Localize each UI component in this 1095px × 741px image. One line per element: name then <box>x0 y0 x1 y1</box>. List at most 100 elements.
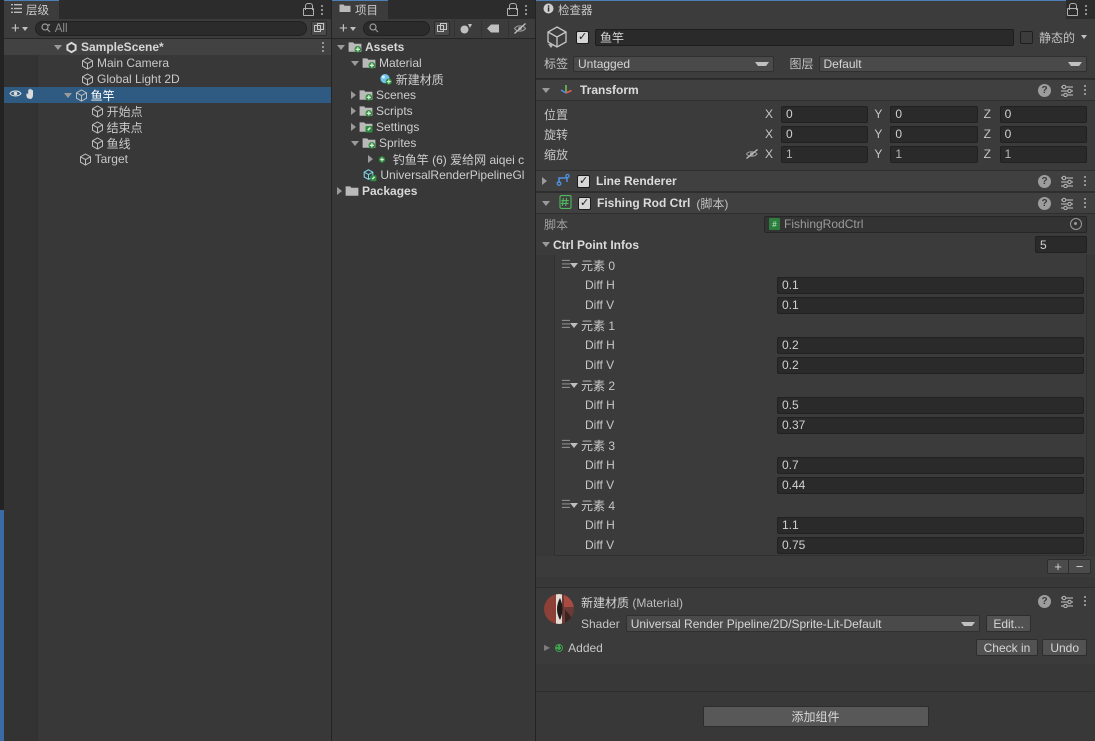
row-expander-icon[interactable] <box>63 92 72 98</box>
element-expander-icon[interactable] <box>570 502 578 508</box>
row-expander-icon[interactable] <box>351 60 359 66</box>
fishing-rod-ctrl-component-header[interactable]: Fishing Rod Ctrl (脚本) ? <box>536 192 1095 214</box>
transform-位置-z-input[interactable]: 0 <box>999 105 1087 123</box>
line-renderer-expander-icon[interactable] <box>542 177 547 185</box>
array-remove-button[interactable]: − <box>1069 559 1091 574</box>
hierarchy-tree[interactable]: SampleScene* Main Camera Global Light 2D 鱼竿… <box>4 39 331 741</box>
lock-icon[interactable] <box>506 3 518 16</box>
project-tree[interactable]: Assets Material 新建材质 Scenes Scripts Settings S… <box>332 39 535 741</box>
hierarchy-search-input[interactable]: All <box>34 21 307 36</box>
preset-icon[interactable] <box>1060 595 1074 608</box>
row-expander-icon[interactable] <box>337 187 342 195</box>
element-expander-icon[interactable] <box>570 382 578 388</box>
scene-row-menu-icon[interactable] <box>321 40 325 54</box>
row-expander-icon[interactable] <box>351 123 356 131</box>
project-add-button[interactable]: + <box>336 21 359 37</box>
array-element-0-v-input[interactable]: 0.1 <box>777 296 1084 314</box>
ctrl-point-infos-header[interactable]: Ctrl Point Infos 5 <box>536 234 1095 255</box>
transform-旋转-x-input[interactable]: 0 <box>781 125 869 143</box>
array-add-button[interactable]: + <box>1047 559 1069 574</box>
lock-icon[interactable] <box>1066 3 1078 16</box>
help-icon[interactable]: ? <box>1038 594 1051 608</box>
tag-dropdown[interactable]: Untagged <box>573 55 775 72</box>
ctrl-point-infos-expander-icon[interactable] <box>542 242 550 247</box>
array-element-1-v-input[interactable]: 0.2 <box>777 356 1084 374</box>
project-row-0[interactable]: Assets <box>332 39 535 55</box>
row-expander-icon[interactable] <box>337 44 345 50</box>
preset-icon[interactable] <box>1060 175 1074 188</box>
array-element-header-4[interactable]: ☰ 元素 4 <box>555 495 1086 515</box>
material-expander-icon[interactable]: ▶ <box>544 643 550 652</box>
hierarchy-row-4[interactable]: 开始点 <box>4 103 331 119</box>
tab-hierarchy[interactable]: 层级 <box>4 0 59 19</box>
line-renderer-menu-icon[interactable] <box>1083 174 1087 188</box>
project-row-4[interactable]: Scripts <box>332 103 535 119</box>
transform-缩放-x-input[interactable]: 1 <box>781 145 869 163</box>
project-row-9[interactable]: Packages <box>332 183 535 199</box>
array-element-header-1[interactable]: ☰ 元素 1 <box>555 315 1086 335</box>
array-element-1-h-input[interactable]: 0.2 <box>777 336 1084 354</box>
gameobject-name-input[interactable]: 鱼竿 <box>595 28 1014 46</box>
project-row-3[interactable]: Scenes <box>332 87 535 103</box>
transform-旋转-y-input[interactable]: 0 <box>890 125 978 143</box>
array-element-4-h-input[interactable]: 1.1 <box>777 516 1084 534</box>
filter-by-label-icon[interactable] <box>481 20 504 37</box>
fishing-rod-ctrl-menu-icon[interactable] <box>1083 196 1087 210</box>
static-dropdown-chevron-down-icon[interactable] <box>1081 35 1087 39</box>
hidden-filter-icon[interactable] <box>508 20 531 37</box>
element-expander-icon[interactable] <box>570 442 578 448</box>
shader-edit-button[interactable]: Edit... <box>986 615 1031 632</box>
project-row-2[interactable]: 新建材质 <box>332 71 535 87</box>
row-expander-icon[interactable] <box>351 140 359 146</box>
pickability-hand-icon[interactable] <box>25 88 37 103</box>
line-renderer-enabled-checkbox[interactable] <box>577 174 590 188</box>
fishing-rod-ctrl-enabled-checkbox[interactable] <box>578 196 591 210</box>
script-object-field[interactable]: # FishingRodCtrl <box>764 215 1087 233</box>
project-row-8[interactable]: UniversalRenderPipelineGl <box>332 167 535 183</box>
row-expander-icon[interactable] <box>351 91 356 99</box>
line-renderer-component-header[interactable]: Line Renderer ? <box>536 170 1095 192</box>
array-element-header-2[interactable]: ☰ 元素 2 <box>555 375 1086 395</box>
hierarchy-add-button[interactable]: + <box>8 21 31 37</box>
project-row-1[interactable]: Material <box>332 55 535 71</box>
hierarchy-menu-icon[interactable] <box>320 3 324 17</box>
hierarchy-row-6[interactable]: 鱼线 <box>4 135 331 151</box>
drag-handle-icon[interactable]: ☰ <box>561 500 571 511</box>
tab-inspector[interactable]: 检查器 <box>536 0 1066 19</box>
row-expander-icon[interactable] <box>367 155 373 163</box>
check-in-button[interactable]: Check in <box>975 639 1039 656</box>
array-element-header-3[interactable]: ☰ 元素 3 <box>555 435 1086 455</box>
layer-dropdown[interactable]: Default <box>818 55 1087 72</box>
hierarchy-row-0[interactable]: SampleScene* <box>4 39 331 55</box>
project-expand-search-button[interactable] <box>434 21 450 36</box>
row-expander-icon[interactable] <box>351 107 356 115</box>
add-component-button[interactable]: 添加组件 <box>702 706 929 727</box>
shader-dropdown[interactable]: Universal Render Pipeline/2D/Sprite-Lit-… <box>625 615 981 632</box>
hierarchy-expand-search-button[interactable] <box>311 21 327 36</box>
gameobject-enabled-checkbox[interactable] <box>576 30 589 44</box>
transform-component-header[interactable]: Transform ? <box>536 79 1095 101</box>
array-element-2-v-input[interactable]: 0.37 <box>777 416 1084 434</box>
transform-位置-y-input[interactable]: 0 <box>890 105 978 123</box>
drag-handle-icon[interactable]: ☰ <box>561 320 571 331</box>
element-expander-icon[interactable] <box>570 262 578 268</box>
element-expander-icon[interactable] <box>570 322 578 328</box>
hierarchy-row-1[interactable]: Main Camera <box>4 55 331 71</box>
ctrl-point-infos-size-input[interactable]: 5 <box>1035 236 1087 253</box>
project-menu-icon[interactable] <box>524 3 528 17</box>
transform-menu-icon[interactable] <box>1083 83 1087 97</box>
static-checkbox[interactable] <box>1019 30 1033 44</box>
project-search-input[interactable] <box>362 21 430 36</box>
array-element-3-h-input[interactable]: 0.7 <box>777 456 1084 474</box>
array-element-3-v-input[interactable]: 0.44 <box>777 476 1084 494</box>
preset-icon[interactable] <box>1060 197 1074 210</box>
help-icon[interactable]: ? <box>1038 83 1051 97</box>
transform-位置-x-input[interactable]: 0 <box>781 105 869 123</box>
project-row-5[interactable]: Settings <box>332 119 535 135</box>
array-element-0-h-input[interactable]: 0.1 <box>777 276 1084 294</box>
undo-button[interactable]: Undo <box>1042 639 1087 656</box>
hierarchy-row-3[interactable]: 鱼竿 <box>4 87 331 103</box>
row-expander-icon[interactable] <box>54 44 62 50</box>
fishing-rod-ctrl-expander-icon[interactable] <box>542 200 550 206</box>
preset-icon[interactable] <box>1060 84 1074 97</box>
